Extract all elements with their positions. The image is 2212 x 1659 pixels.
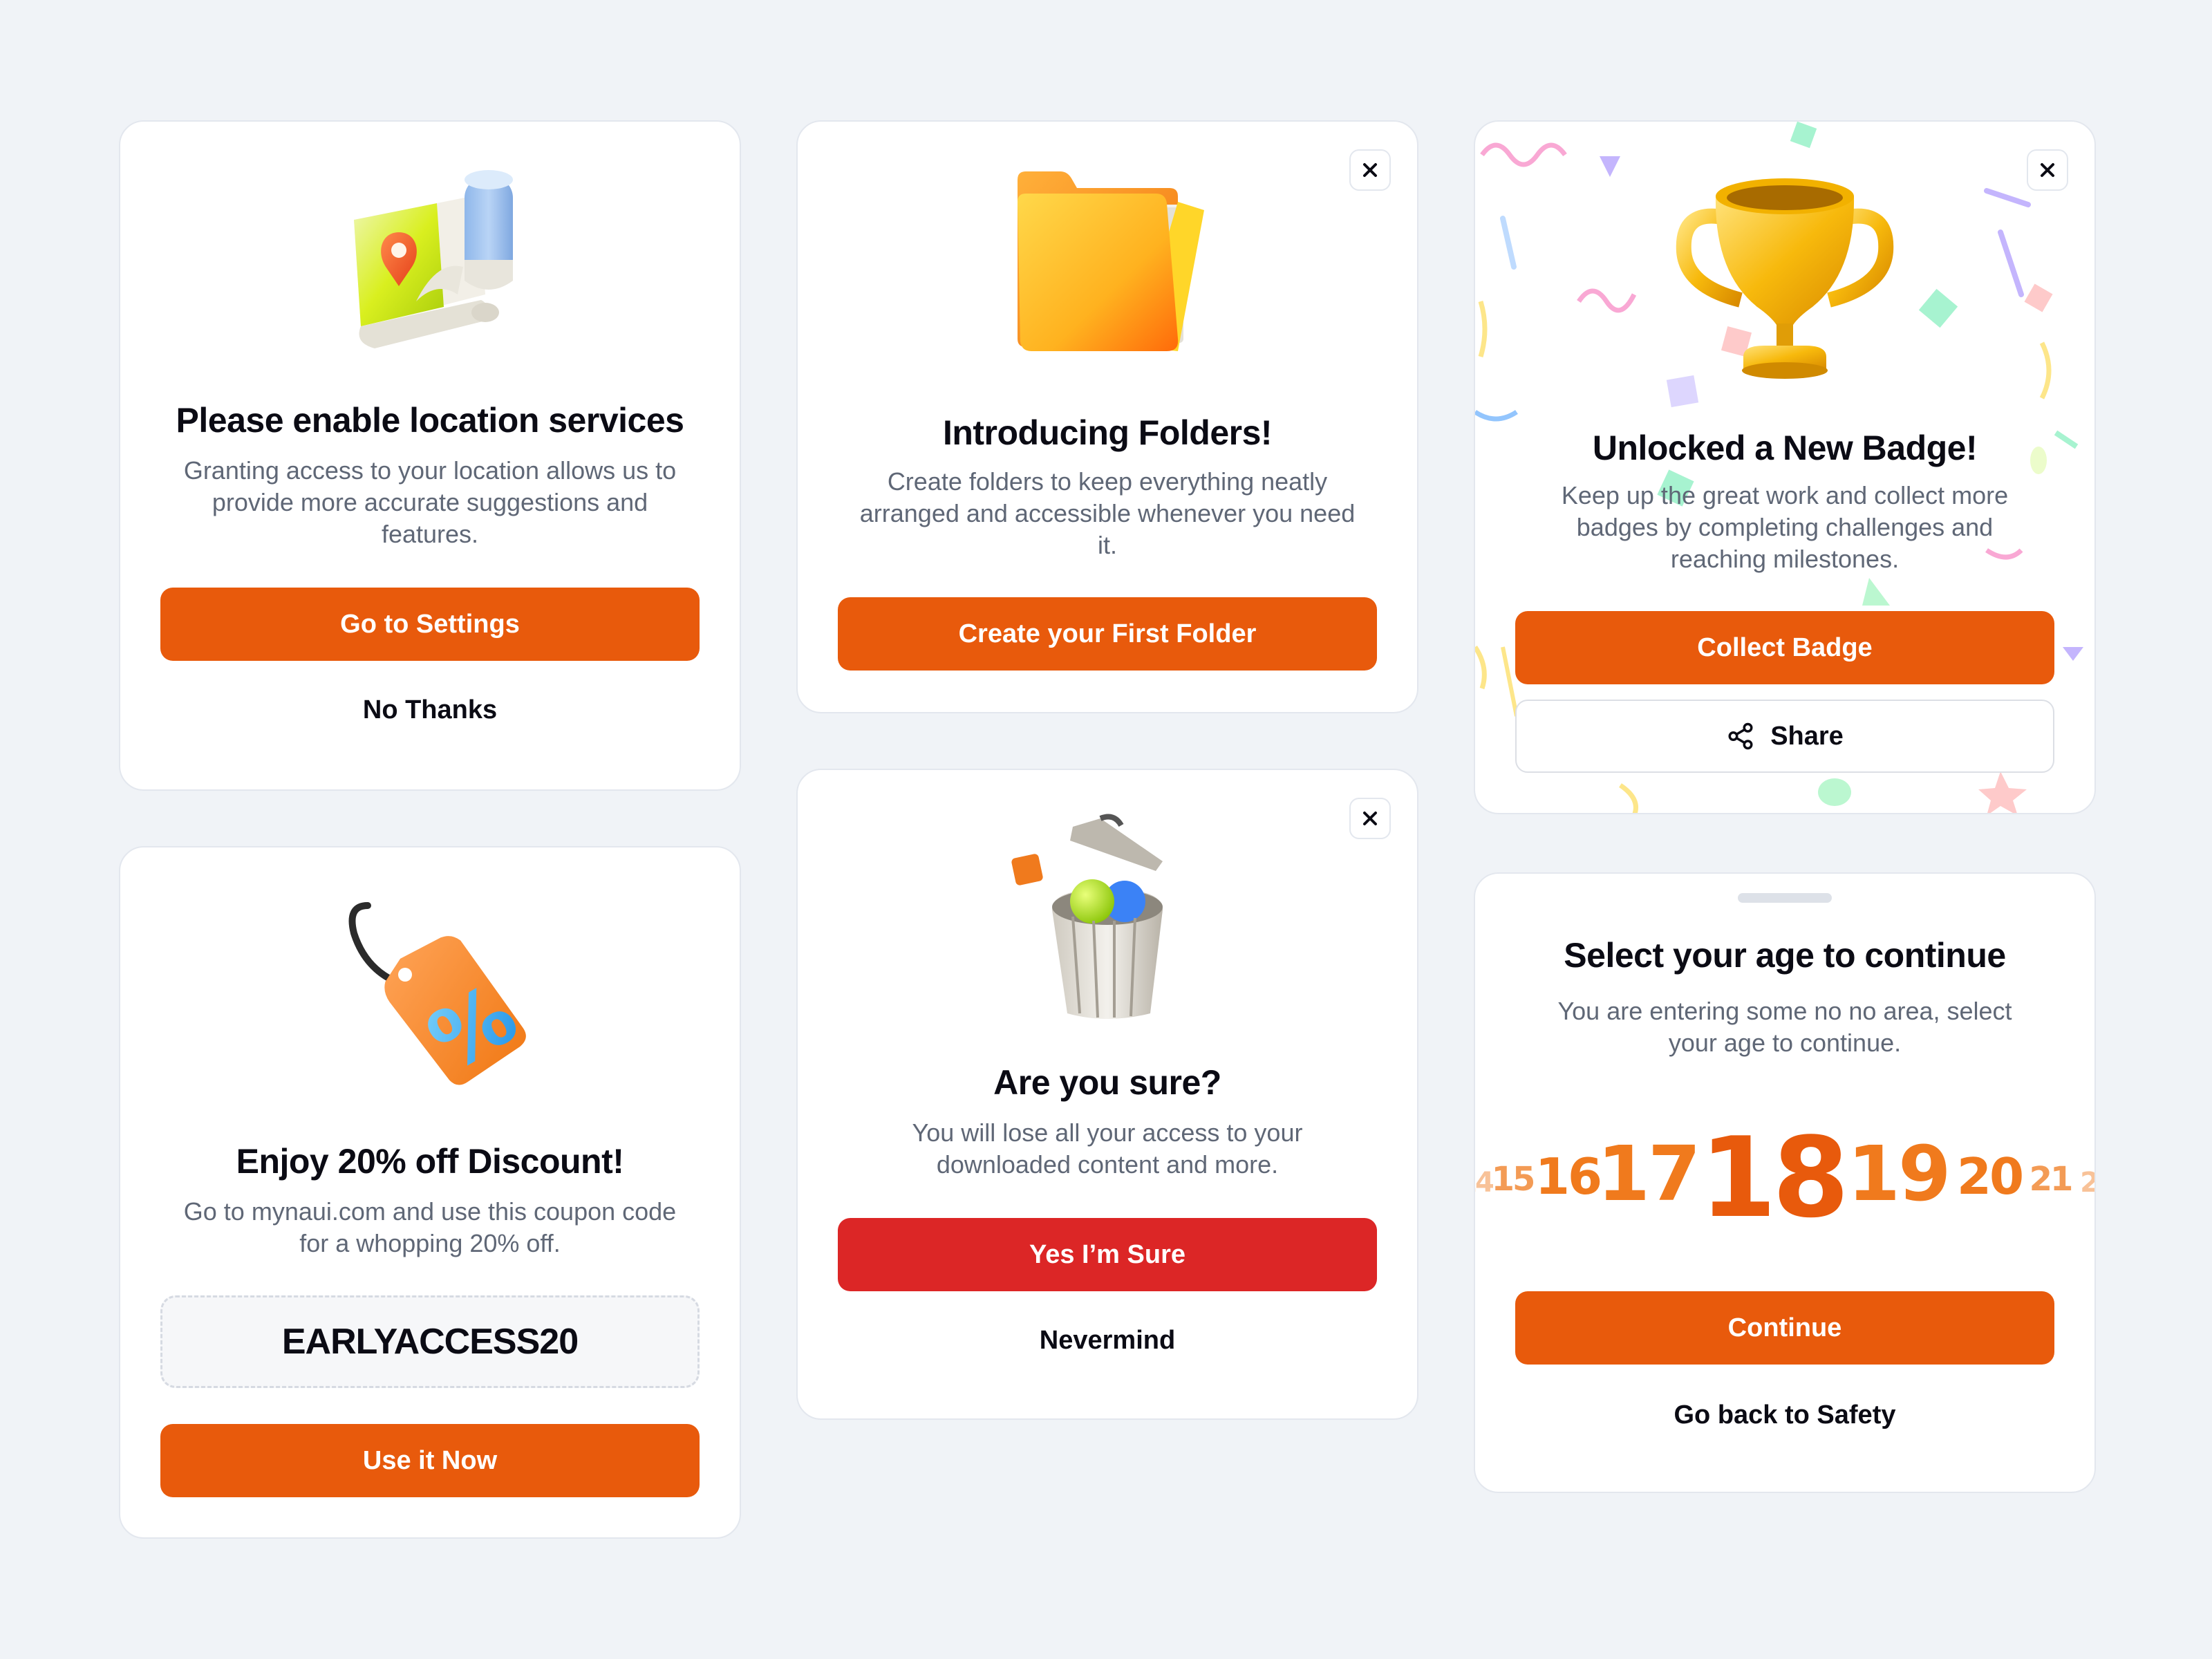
share-icon	[1728, 722, 1753, 750]
map-pin-illustration	[120, 163, 740, 364]
folders-card: Introducing Folders! Create folders to k…	[796, 120, 1418, 713]
card-description: Go to mynaui.com and use this coupon cod…	[183, 1197, 677, 1257]
age-option[interactable]: 17	[1597, 1130, 1700, 1218]
use-it-now-button[interactable]: Use it Now	[160, 1424, 700, 1497]
age-option[interactable]: 21	[2030, 1160, 2074, 1199]
no-thanks-link[interactable]: No Thanks	[120, 695, 740, 725]
trophy-illustration	[1475, 169, 2094, 390]
badge-card: Unlocked a New Badge! Keep up the great …	[1474, 120, 2096, 814]
discount-tag-illustration: %	[120, 892, 740, 1113]
card-description: Granting access to your location allows …	[183, 456, 677, 548]
discount-card: % Enjoy 20% off Discount! Go to mynaui.c…	[119, 846, 741, 1539]
share-button[interactable]: Share	[1515, 700, 2054, 773]
coupon-code-box[interactable]: EARLYACCESS20	[160, 1295, 700, 1388]
location-card: Please enable location services Granting…	[119, 120, 741, 791]
trash-can-illustration	[798, 813, 1417, 1027]
age-option[interactable]: 20	[1957, 1147, 2024, 1206]
card-description: Create folders to keep everything neatly…	[859, 467, 1356, 559]
confirm-card: Are you sure? You will lose all your acc…	[796, 769, 1418, 1420]
card-description: You are entering some no no area, select…	[1557, 997, 2012, 1057]
age-picker[interactable]: 14 15 16 17 18 19 20 21 22	[1475, 1113, 2094, 1242]
age-option[interactable]: 22	[2080, 1167, 2094, 1199]
age-option[interactable]: 15	[1492, 1160, 1536, 1199]
drag-handle[interactable]	[1738, 893, 1832, 903]
card-title: Unlocked a New Badge!	[1592, 429, 1978, 467]
age-option[interactable]: 14	[1475, 1167, 1494, 1199]
folder-illustration	[798, 166, 1417, 373]
card-title: Select your age to continue	[1564, 936, 2006, 975]
card-title: Introducing Folders!	[942, 413, 1273, 452]
collect-badge-button[interactable]: Collect Badge	[1515, 611, 2054, 684]
confirm-yes-button[interactable]: Yes I’m Sure	[838, 1218, 1377, 1291]
age-card: Select your age to continue You are ente…	[1474, 872, 2096, 1493]
card-title: Please enable location services	[176, 401, 684, 440]
go-back-to-safety-link[interactable]: Go back to Safety	[1475, 1400, 2094, 1430]
nevermind-link[interactable]: Nevermind	[798, 1326, 1417, 1356]
card-description: You will lose all your access to your do…	[912, 1118, 1303, 1179]
create-first-folder-button[interactable]: Create your First Folder	[838, 597, 1377, 671]
card-description: Keep up the great work and collect more …	[1561, 481, 2009, 573]
age-option[interactable]: 19	[1847, 1130, 1951, 1218]
continue-button[interactable]: Continue	[1515, 1291, 2054, 1365]
card-title: Are you sure?	[993, 1063, 1221, 1102]
go-to-settings-button[interactable]: Go to Settings	[160, 588, 700, 661]
age-option[interactable]: 16	[1535, 1147, 1602, 1206]
share-label: Share	[1770, 721, 1844, 751]
age-option-selected[interactable]: 18	[1700, 1113, 1850, 1242]
card-title: Enjoy 20% off Discount!	[236, 1142, 624, 1181]
